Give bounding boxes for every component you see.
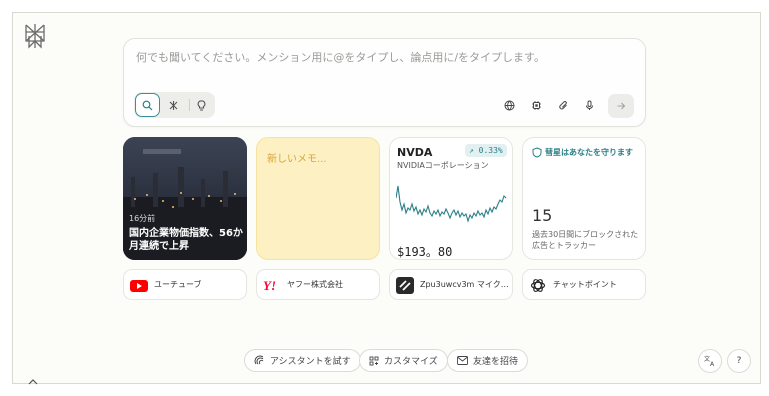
- invite-friends-label: 友達を招待: [473, 357, 519, 367]
- voice-input-button[interactable]: [581, 97, 597, 113]
- stock-card[interactable]: NVDA NVIDIAコーポレーション ↗ 0.33% $193。80: [389, 137, 513, 260]
- globe-icon: [504, 100, 514, 110]
- news-time: 16分前: [129, 214, 156, 223]
- submit-button[interactable]: [608, 94, 634, 118]
- microphone-icon: [585, 100, 593, 110]
- comet-protection-card[interactable]: 彗星はあなたを守ります 15 過去30日間にブロックされた広告とトラッカー: [522, 137, 646, 260]
- ask-input[interactable]: 何でも聞いてください。メンション用に@をタイプし、論点用に/をタイプします。: [136, 49, 545, 65]
- youtube-icon: [130, 280, 148, 292]
- app-window: 何でも聞いてください。メンション用に@をタイプし、論点用に/をタイプします。 1…: [12, 12, 761, 384]
- shortcut-chatgpt[interactable]: チャットボイント: [522, 269, 646, 300]
- help-button[interactable]: ?: [727, 349, 751, 373]
- memo-label: 新しいメモ...: [267, 154, 327, 165]
- paperclip-icon: [558, 100, 567, 109]
- shortcut-yahoo[interactable]: Y! ヤフー株式会社: [256, 269, 380, 300]
- app-icon: [396, 277, 414, 294]
- model-select-button[interactable]: [528, 97, 544, 113]
- invite-friends-button[interactable]: 友達を招待: [447, 349, 529, 372]
- shortcut-label: ユーチューブ: [154, 280, 202, 289]
- chip-icon: [531, 100, 541, 110]
- search-icon: [142, 100, 153, 110]
- research-mode-button[interactable]: [161, 93, 186, 117]
- mode-selector: [134, 92, 215, 118]
- stock-sparkline: [396, 185, 507, 223]
- customize-button[interactable]: カスタマイズ: [359, 349, 448, 372]
- try-assistant-button[interactable]: アシスタントを試す: [244, 349, 361, 372]
- yahoo-icon: Y!: [263, 278, 276, 293]
- svg-text:A: A: [710, 361, 715, 367]
- arrow-right-icon: [617, 102, 626, 110]
- attach-button[interactable]: [555, 97, 571, 113]
- translate-icon: 文 A: [704, 355, 715, 367]
- assistant-icon: [254, 355, 264, 365]
- news-card[interactable]: 16分前 国内企業物価指数、56か月連続で上昇: [123, 137, 247, 260]
- news-headline: 国内企業物価指数、56か月連続で上昇: [129, 228, 243, 252]
- svg-text:Y!: Y!: [263, 278, 276, 293]
- new-memo-card[interactable]: 新しいメモ...: [256, 137, 380, 260]
- mail-icon: [457, 356, 468, 365]
- stock-ticker: NVDA: [397, 146, 433, 159]
- shortcut-label: チャットボイント: [553, 280, 617, 289]
- help-label: ?: [736, 356, 742, 366]
- shortcut-label: Zpu3uwcv3m マイク…: [420, 280, 508, 289]
- shield-icon: [532, 147, 542, 158]
- perplexity-logo-icon[interactable]: [23, 22, 47, 50]
- shortcut-app[interactable]: Zpu3uwcv3m マイク…: [389, 269, 513, 300]
- chevron-up-icon[interactable]: [28, 378, 38, 386]
- web-source-button[interactable]: [501, 97, 517, 113]
- language-button[interactable]: 文 A: [698, 349, 722, 373]
- shortcut-youtube[interactable]: ユーチューブ: [123, 269, 247, 300]
- shortcut-label: ヤフー株式会社: [287, 280, 343, 289]
- try-assistant-label: アシスタントを試す: [270, 357, 351, 367]
- ask-composer[interactable]: 何でも聞いてください。メンション用に@をタイプし、論点用に/をタイプします。: [123, 38, 646, 127]
- chatgpt-icon: [530, 279, 546, 292]
- labs-mode-button[interactable]: [189, 93, 214, 117]
- blocked-count: 15: [532, 206, 553, 225]
- search-mode-button[interactable]: [135, 93, 160, 117]
- lightbulb-icon: [197, 99, 206, 111]
- stock-name: NVIDIAコーポレーション: [397, 161, 489, 170]
- widgets-icon: [369, 356, 379, 365]
- stock-change-badge: ↗ 0.33%: [465, 144, 507, 157]
- research-icon: [169, 100, 178, 110]
- customize-label: カスタマイズ: [384, 357, 438, 367]
- protection-title: 彗星はあなたを守ります: [545, 148, 633, 157]
- blocked-description: 過去30日間にブロックされた広告とトラッカー: [532, 230, 639, 250]
- stock-price: $193。80: [397, 245, 453, 259]
